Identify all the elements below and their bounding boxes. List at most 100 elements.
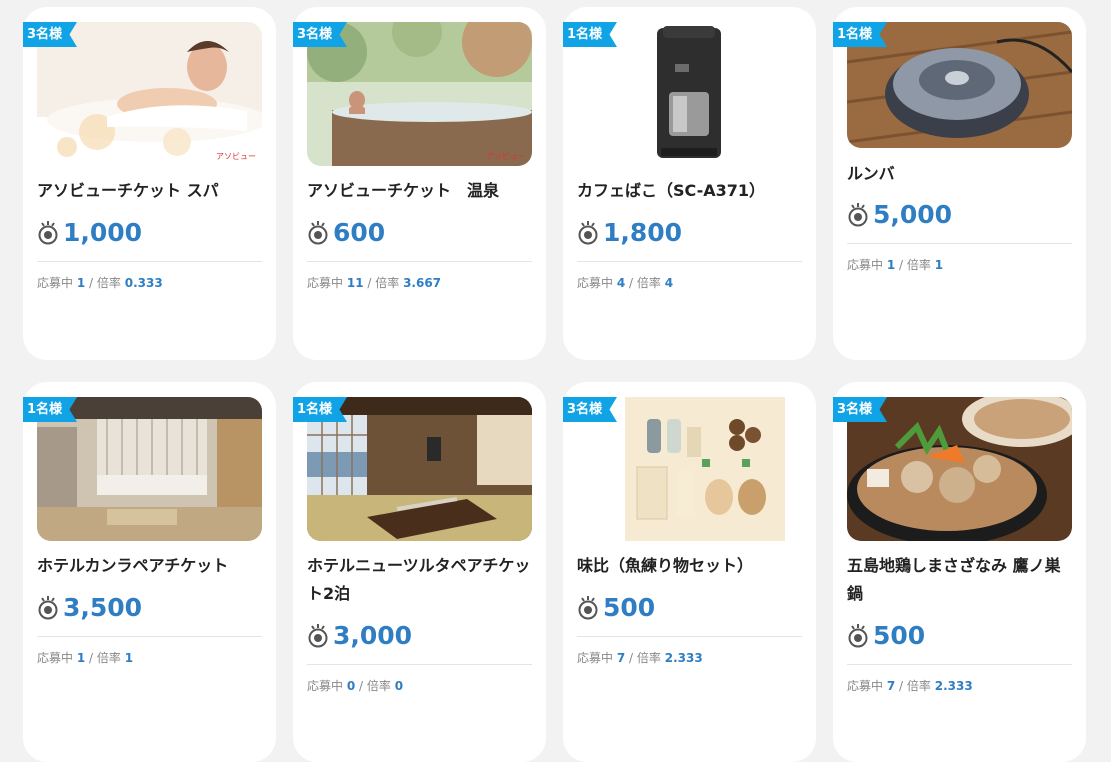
- ratio-label: 倍率: [96, 651, 121, 665]
- price-value: 500: [873, 620, 926, 650]
- applicants-count: 1: [76, 651, 86, 665]
- ratio-value: 3.667: [403, 276, 442, 290]
- applicants-label: 応募中: [307, 679, 344, 693]
- ratio-value: 2.333: [664, 651, 703, 665]
- prize-grid: 3名様 アソビュー アソビューチケット スパ 1,000 応募中 1 / 倍率 …: [0, 0, 1111, 762]
- ratio-value: 4: [664, 276, 674, 290]
- divider: [577, 261, 802, 262]
- ratio-label: 倍率: [96, 276, 121, 290]
- divider: [37, 261, 262, 262]
- prize-title[interactable]: ホテルカンラペアチケット: [37, 552, 262, 580]
- prize-price: 1,800: [577, 216, 682, 248]
- prize-title[interactable]: ルンバ: [847, 160, 1072, 188]
- prize-card[interactable]: 1名様 ホテルニューツルタペアチケット2泊 3,000 応募中 0 / 倍率 0: [293, 382, 546, 762]
- prize-card[interactable]: 3名様 アソビュー アソビューチケット 温泉 600 応募中 11 / 倍率 3…: [293, 7, 546, 360]
- winner-count-badge: 3名様: [23, 22, 77, 47]
- prize-card[interactable]: 3名様 五島地鶏しまさざなみ 鷹ノ巣鍋 500 応募中 7 / 倍率 2.333: [833, 382, 1086, 762]
- ratio-label: 倍率: [636, 651, 661, 665]
- coin-icon: [848, 624, 868, 648]
- entry-stats: 応募中 11 / 倍率 3.667: [307, 274, 441, 291]
- ratio-label: 倍率: [636, 276, 661, 290]
- applicants-count: 7: [616, 651, 626, 665]
- applicants-label: 応募中: [847, 258, 884, 272]
- coin-icon: [578, 221, 598, 245]
- price-value: 5,000: [873, 199, 953, 229]
- ratio-label: 倍率: [906, 679, 931, 693]
- entry-stats: 応募中 7 / 倍率 2.333: [847, 677, 973, 694]
- stats-separator: /: [89, 276, 97, 290]
- prize-price: 500: [577, 591, 655, 623]
- applicants-label: 応募中: [37, 651, 74, 665]
- ratio-value: 2.333: [934, 679, 973, 693]
- applicants-count: 4: [616, 276, 626, 290]
- winner-count-badge: 1名様: [833, 22, 887, 47]
- ratio-value: 0: [394, 679, 404, 693]
- ratio-value: 1: [124, 651, 134, 665]
- ratio-value: 0.333: [124, 276, 163, 290]
- applicants-count: 1: [76, 276, 86, 290]
- prize-title[interactable]: カフェばこ（SC-A371）: [577, 177, 802, 205]
- divider: [307, 664, 532, 665]
- prize-card[interactable]: 1名様 ホテルカンラペアチケット 3,500 応募中 1 / 倍率 1: [23, 382, 276, 762]
- prize-title[interactable]: アソビューチケット 温泉: [307, 177, 532, 205]
- stats-separator: /: [629, 651, 637, 665]
- stats-separator: /: [899, 679, 907, 693]
- price-value: 3,000: [333, 620, 413, 650]
- prize-price: 5,000: [847, 198, 952, 230]
- price-value: 600: [333, 217, 386, 247]
- winner-count-badge: 3名様: [833, 397, 887, 422]
- divider: [847, 243, 1072, 244]
- coin-icon: [308, 624, 328, 648]
- ratio-label: 倍率: [906, 258, 931, 272]
- applicants-count: 1: [886, 258, 896, 272]
- applicants-label: 応募中: [577, 651, 614, 665]
- winner-count-badge: 3名様: [293, 22, 347, 47]
- coin-icon: [38, 596, 58, 620]
- coin-icon: [38, 221, 58, 245]
- price-value: 3,500: [63, 592, 143, 622]
- prize-card[interactable]: 3名様 味比（魚練り物セット） 500 応募中 7 / 倍率 2.333: [563, 382, 816, 762]
- entry-stats: 応募中 4 / 倍率 4: [577, 274, 673, 291]
- ratio-label: 倍率: [375, 276, 400, 290]
- stats-separator: /: [899, 258, 907, 272]
- winner-count-badge: 3名様: [563, 397, 617, 422]
- applicants-count: 11: [346, 276, 364, 290]
- divider: [847, 664, 1072, 665]
- prize-price: 600: [307, 216, 385, 248]
- ratio-value: 1: [934, 258, 944, 272]
- applicants-label: 応募中: [577, 276, 614, 290]
- entry-stats: 応募中 0 / 倍率 0: [307, 677, 403, 694]
- entry-stats: 応募中 7 / 倍率 2.333: [577, 649, 703, 666]
- divider: [577, 636, 802, 637]
- prize-title[interactable]: ホテルニューツルタペアチケット2泊: [307, 552, 532, 608]
- ratio-label: 倍率: [366, 679, 391, 693]
- prize-card[interactable]: 3名様 アソビュー アソビューチケット スパ 1,000 応募中 1 / 倍率 …: [23, 7, 276, 360]
- prize-price: 1,000: [37, 216, 142, 248]
- stats-separator: /: [89, 651, 97, 665]
- asoview-logo: アソビュー: [216, 152, 256, 161]
- entry-stats: 応募中 1 / 倍率 1: [847, 256, 943, 273]
- prize-title[interactable]: 味比（魚練り物セット）: [577, 552, 802, 580]
- applicants-label: 応募中: [37, 276, 74, 290]
- prize-title[interactable]: 五島地鶏しまさざなみ 鷹ノ巣鍋: [847, 552, 1072, 608]
- prize-title[interactable]: アソビューチケット スパ: [37, 177, 262, 205]
- prize-card[interactable]: 1名様 ルンバ 5,000 応募中 1 / 倍率 1: [833, 7, 1086, 360]
- prize-price: 3,000: [307, 619, 412, 651]
- coin-icon: [308, 221, 328, 245]
- price-value: 1,800: [603, 217, 683, 247]
- winner-count-badge: 1名様: [23, 397, 77, 422]
- prize-price: 3,500: [37, 591, 142, 623]
- applicants-label: 応募中: [307, 276, 344, 290]
- prize-card[interactable]: 1名様 カフェばこ（SC-A371） 1,800 応募中 4 / 倍率 4: [563, 7, 816, 360]
- stats-separator: /: [359, 679, 367, 693]
- entry-stats: 応募中 1 / 倍率 1: [37, 649, 133, 666]
- winner-count-badge: 1名様: [293, 397, 347, 422]
- applicants-count: 7: [886, 679, 896, 693]
- entry-stats: 応募中 1 / 倍率 0.333: [37, 274, 163, 291]
- applicants-count: 0: [346, 679, 356, 693]
- applicants-label: 応募中: [847, 679, 884, 693]
- stats-separator: /: [629, 276, 637, 290]
- winner-count-badge: 1名様: [563, 22, 617, 47]
- coin-icon: [848, 203, 868, 227]
- prize-price: 500: [847, 619, 925, 651]
